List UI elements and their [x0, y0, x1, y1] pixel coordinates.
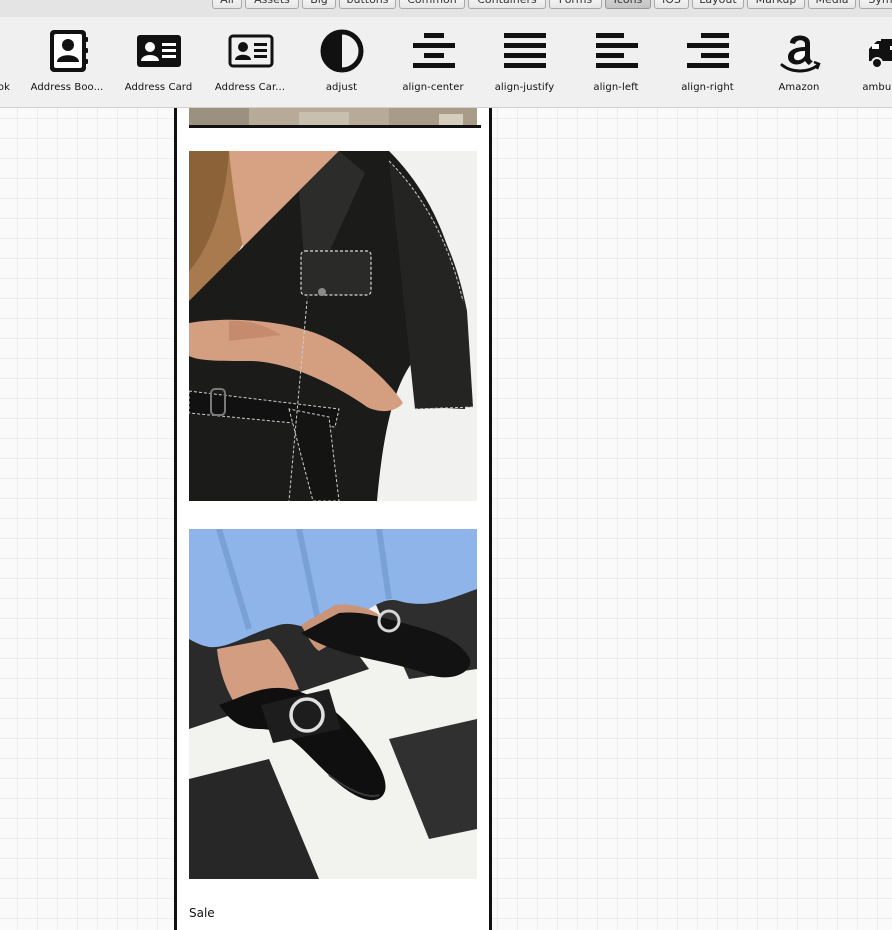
- tab-icons[interactable]: Icons: [605, 0, 651, 9]
- palette-item-label: align-left: [593, 82, 639, 93]
- tab-ios[interactable]: iOS: [654, 0, 689, 9]
- mobile-page-mockup[interactable]: Sale: [174, 108, 492, 930]
- palette-item-label: align-justify: [494, 82, 555, 93]
- palette-item-address-book[interactable]: Address Boo...: [22, 17, 113, 107]
- tab-forms[interactable]: Forms: [549, 0, 602, 9]
- address-card-outline-icon: [227, 27, 275, 75]
- palette-item-align-left[interactable]: align-left: [571, 17, 662, 107]
- palette-item-label: Amazon: [778, 82, 820, 93]
- black-loafers-blue-skirt-photo[interactable]: [189, 529, 477, 879]
- tab-media[interactable]: Media: [808, 0, 856, 9]
- black-belted-dress-photo[interactable]: [189, 151, 477, 501]
- tab-containers[interactable]: Containers: [468, 0, 546, 9]
- palette-item-label: align-center: [402, 82, 464, 93]
- tab-symb[interactable]: Symb: [859, 0, 892, 9]
- tab-common[interactable]: Common: [399, 0, 465, 9]
- address-card-icon: [135, 27, 183, 75]
- palette-item-align-justify[interactable]: align-justify: [479, 17, 570, 107]
- tab-all[interactable]: All: [212, 0, 242, 9]
- adjust-icon: [318, 27, 366, 75]
- icon-palette: Address Book Address Boo... Address Card Ad…: [0, 17, 892, 108]
- palette-item-amazon[interactable]: Amazon: [754, 17, 845, 107]
- align-right-icon: [684, 27, 732, 75]
- palette-item-address-book[interactable]: Address Book: [0, 17, 21, 107]
- category-tabs: AllAssetsBigbuttonsCommonContainersForms…: [0, 0, 892, 17]
- palette-item-label: Address Car...: [214, 82, 286, 93]
- tab-layout[interactable]: Layout: [692, 0, 744, 9]
- palette-item-address-card-outline[interactable]: Address Car...: [205, 17, 296, 107]
- tab-markup[interactable]: Markup: [747, 0, 805, 9]
- palette-item-label: adjust: [325, 82, 358, 93]
- photo-divider: [189, 125, 481, 128]
- palette-item-align-center[interactable]: align-center: [388, 17, 479, 107]
- palette-item-align-right[interactable]: align-right: [662, 17, 753, 107]
- palette-item-label: align-right: [681, 82, 734, 93]
- align-left-icon: [593, 27, 641, 75]
- palette-item-label: Address Card: [124, 82, 193, 93]
- palette-item-address-card[interactable]: Address Card: [113, 17, 204, 107]
- tab-buttons[interactable]: buttons: [339, 0, 396, 9]
- sale-label: Sale: [189, 906, 215, 920]
- align-justify-icon: [501, 27, 549, 75]
- align-center-icon: [410, 27, 458, 75]
- ambulance-icon: [867, 27, 892, 75]
- palette-item-adjust[interactable]: adjust: [296, 17, 387, 107]
- palette-item-label: Address Boo...: [30, 82, 104, 93]
- amazon-icon: [776, 27, 824, 75]
- palette-item-ambulance[interactable]: ambulance: [845, 17, 892, 107]
- tab-big[interactable]: Big: [302, 0, 336, 9]
- palette-item-label: Address Book: [0, 82, 11, 93]
- palette-item-label: ambulance: [862, 82, 892, 93]
- tab-assets[interactable]: Assets: [245, 0, 299, 9]
- address-book-icon: [44, 27, 92, 75]
